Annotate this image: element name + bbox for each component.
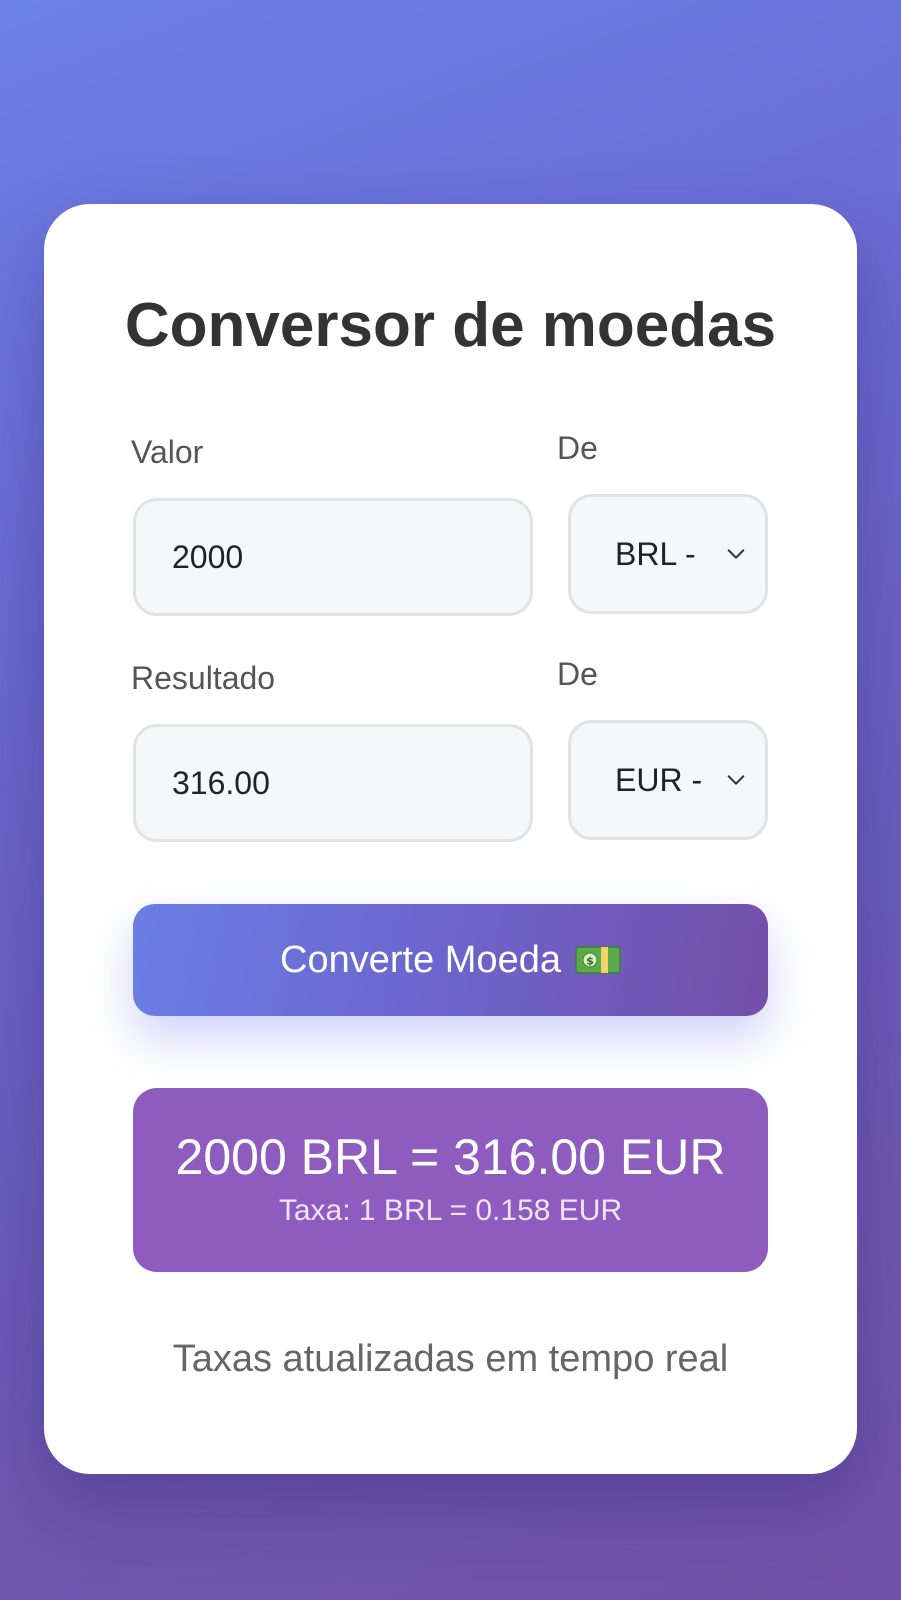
from-currency-select[interactable]: BRL - [568,494,768,614]
converter-card: Conversor de moedas Valor De 2000 BRL - … [44,204,857,1474]
amount-label: Valor [131,434,204,470]
amount-value: 2000 [172,538,244,575]
from-currency-label: De [557,430,598,466]
page-title: Conversor de moedas [124,291,777,360]
money-bill-icon: $ [575,946,621,974]
conversion-result-text: 2000 BRL = 316.00 EUR [175,1129,726,1185]
chevron-down-icon [727,549,745,559]
chevron-down-icon [727,775,745,785]
rates-updated-note: Taxas atualizadas em tempo real [172,1338,729,1380]
to-currency-value: EUR - [615,761,703,798]
to-currency-label: De [557,656,598,692]
result-input[interactable]: 316.00 [133,724,533,842]
result-value: 316.00 [172,764,270,801]
from-currency-value: BRL - [615,535,696,572]
result-label: Resultado [131,660,276,696]
convert-button[interactable]: Converte Moeda $ [133,904,768,1016]
conversion-result-box: 2000 BRL = 316.00 EUR Taxa: 1 BRL = 0.15… [133,1088,768,1272]
svg-text:$: $ [586,955,594,968]
convert-button-label: Converte Moeda [280,938,561,981]
exchange-rate-text: Taxa: 1 BRL = 0.158 EUR [278,1194,623,1227]
amount-input[interactable]: 2000 [133,498,533,616]
to-currency-select[interactable]: EUR - [568,720,768,840]
